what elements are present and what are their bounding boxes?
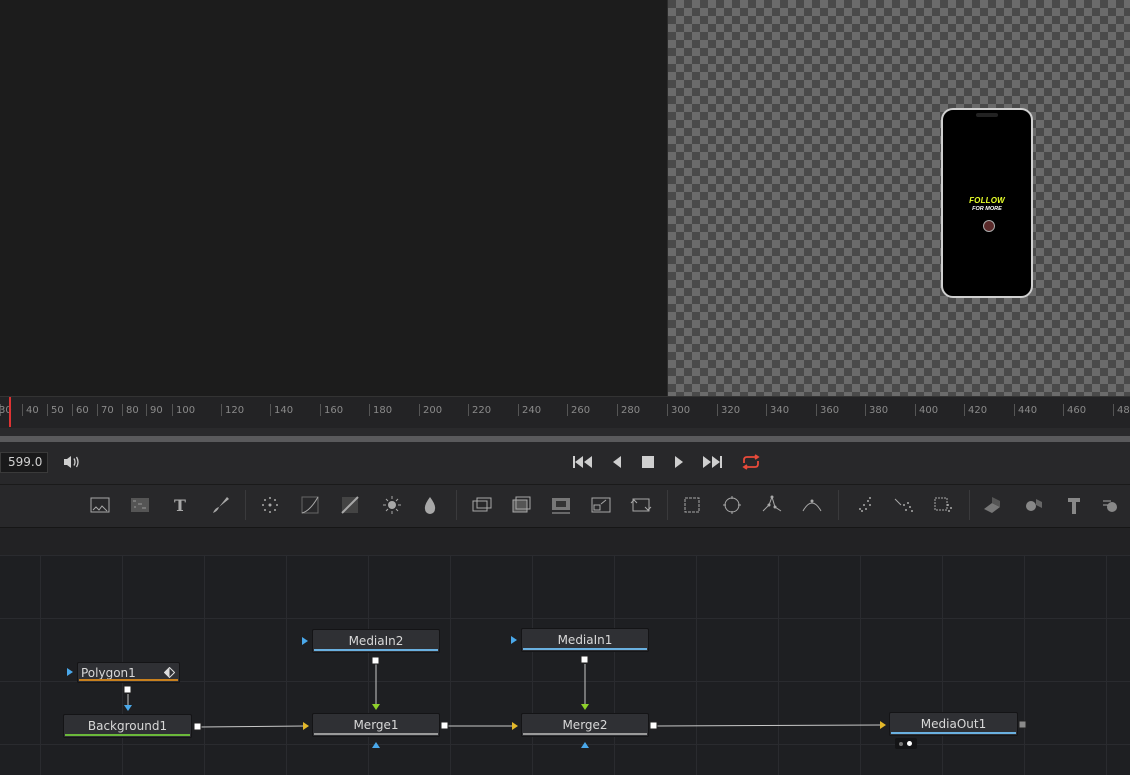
ruler-tick-label: 160 — [324, 405, 344, 416]
ruler-tick-label: 480 — [1117, 405, 1130, 416]
step-back-button[interactable] — [606, 452, 628, 472]
node-merge2[interactable]: Merge2 — [521, 713, 649, 737]
node-mediain1[interactable]: MediaIn1 — [521, 628, 649, 652]
fast-noise-tool-icon[interactable] — [128, 493, 152, 517]
ruler-tick-label: 40 — [26, 405, 39, 416]
resize-tool-icon[interactable] — [589, 493, 613, 517]
ruler-tick-label: 60 — [76, 405, 89, 416]
speaker-icon[interactable] — [62, 454, 80, 470]
color-gain-tool-icon[interactable] — [418, 493, 442, 517]
background-tool-icon[interactable] — [88, 493, 112, 517]
ruler-tick-label: 380 — [869, 405, 889, 416]
ruler-tick-label: 280 — [621, 405, 641, 416]
timeline-ruler[interactable]: 30 40 50 60 70 80 90 100 120 140 160 180 200 220 240 26… — [0, 396, 1130, 429]
node-label: MediaIn2 — [348, 634, 404, 648]
svg-text:T: T — [174, 496, 186, 515]
rectangle-mask-tool-icon[interactable] — [680, 493, 704, 517]
node-mediain2[interactable]: MediaIn2 — [312, 629, 440, 653]
node-label: MediaOut1 — [920, 717, 987, 731]
ruler-tick-label: 460 — [1067, 405, 1087, 416]
ruler-tick-label: 50 — [51, 405, 64, 416]
blur-tool-icon[interactable] — [258, 493, 282, 517]
merge-3d-tool-icon[interactable] — [1022, 493, 1046, 517]
render-3d-tool-icon[interactable] — [1100, 493, 1124, 517]
node-color-bar — [79, 679, 178, 681]
phone-notch — [976, 113, 998, 117]
ruler-tick-label: 240 — [522, 405, 542, 416]
toolbar-separator — [245, 490, 246, 520]
ruler-tick-label: 340 — [770, 405, 790, 416]
ruler-tick-label: 140 — [274, 405, 294, 416]
left-viewer[interactable] — [0, 0, 667, 396]
channel-booleans-tool-icon[interactable] — [509, 493, 533, 517]
transform-tool-icon[interactable] — [629, 493, 653, 517]
text-tool-icon[interactable]: T — [168, 493, 192, 517]
playhead[interactable] — [9, 397, 11, 427]
color-corrector-tool-icon[interactable] — [338, 493, 362, 517]
node-editor-header — [0, 527, 1130, 556]
node-label: Merge2 — [562, 718, 608, 732]
node-background1[interactable]: Background1 — [63, 714, 192, 738]
stop-button[interactable] — [637, 452, 659, 472]
node-color-bar — [891, 732, 1016, 734]
timeline-scrub-area[interactable] — [0, 428, 1130, 436]
ruler-tick-label: 220 — [472, 405, 492, 416]
node-color-bar — [65, 734, 190, 736]
play-button[interactable] — [668, 452, 690, 472]
toolbar-separator — [838, 490, 839, 520]
phone-follow-text: FOLLOW — [969, 196, 1005, 205]
color-curves-tool-icon[interactable] — [298, 493, 322, 517]
polygon-mask-tool-icon[interactable] — [760, 493, 784, 517]
node-merge1[interactable]: Merge1 — [312, 713, 440, 737]
merge-tool-icon[interactable] — [469, 493, 493, 517]
phone-formore-text: FOR MORE — [972, 206, 1002, 212]
go-to-end-button[interactable] — [701, 452, 723, 472]
ruler-tick-label: 200 — [423, 405, 443, 416]
ruler-tick-label: 70 — [101, 405, 114, 416]
ruler-tick-label: 180 — [373, 405, 393, 416]
ruler-tick-label: 420 — [968, 405, 988, 416]
bspline-mask-tool-icon[interactable] — [800, 493, 824, 517]
ruler-tick-label: 440 — [1018, 405, 1038, 416]
phone-preview: FOLLOW FOR MORE — [941, 108, 1033, 298]
node-label: Merge1 — [353, 718, 399, 732]
particle-generator-tool-icon[interactable] — [932, 493, 956, 517]
right-viewer[interactable] — [668, 0, 1130, 396]
ruler-tick-label: 120 — [225, 405, 245, 416]
toolbar-separator — [969, 490, 970, 520]
go-to-start-button[interactable] — [572, 452, 594, 472]
ruler-tick-label: 80 — [126, 405, 139, 416]
shape-3d-tool-icon[interactable] — [980, 493, 1004, 517]
particle-render-tool-icon[interactable] — [892, 493, 916, 517]
text-3d-tool-icon[interactable] — [1062, 493, 1086, 517]
node-label: Polygon1 — [81, 665, 136, 680]
ruler-tick-label: 320 — [721, 405, 741, 416]
brightness-tool-icon[interactable] — [380, 493, 404, 517]
toolbar-separator — [456, 490, 457, 520]
ruler-tick-label: 360 — [820, 405, 840, 416]
particle-emitter-tool-icon[interactable] — [852, 493, 876, 517]
ruler-tick-label: 100 — [176, 405, 196, 416]
node-polygon1[interactable]: Polygon1 — [77, 662, 180, 683]
loop-button[interactable] — [740, 452, 762, 472]
ruler-tick-label: 400 — [919, 405, 939, 416]
matte-control-tool-icon[interactable] — [549, 493, 573, 517]
node-mediaout1[interactable]: MediaOut1 — [889, 712, 1018, 736]
node-color-bar — [523, 648, 647, 650]
node-label: MediaIn1 — [557, 633, 613, 647]
viewer-indicator-icon[interactable] — [895, 738, 917, 749]
node-label: Background1 — [87, 719, 168, 733]
node-color-bar — [523, 733, 647, 735]
node-color-bar — [314, 733, 438, 735]
transport-bar — [0, 442, 1130, 485]
node-color-bar — [314, 649, 438, 651]
ruler-tick-label: 260 — [571, 405, 591, 416]
paint-tool-icon[interactable] — [208, 493, 232, 517]
ruler-tick-label: 300 — [671, 405, 691, 416]
ellipse-mask-tool-icon[interactable] — [720, 493, 744, 517]
ruler-tick-label: 90 — [150, 405, 163, 416]
current-frame-field[interactable]: 599.0 — [0, 452, 48, 473]
toolbar-separator — [667, 490, 668, 520]
avatar — [983, 220, 995, 232]
